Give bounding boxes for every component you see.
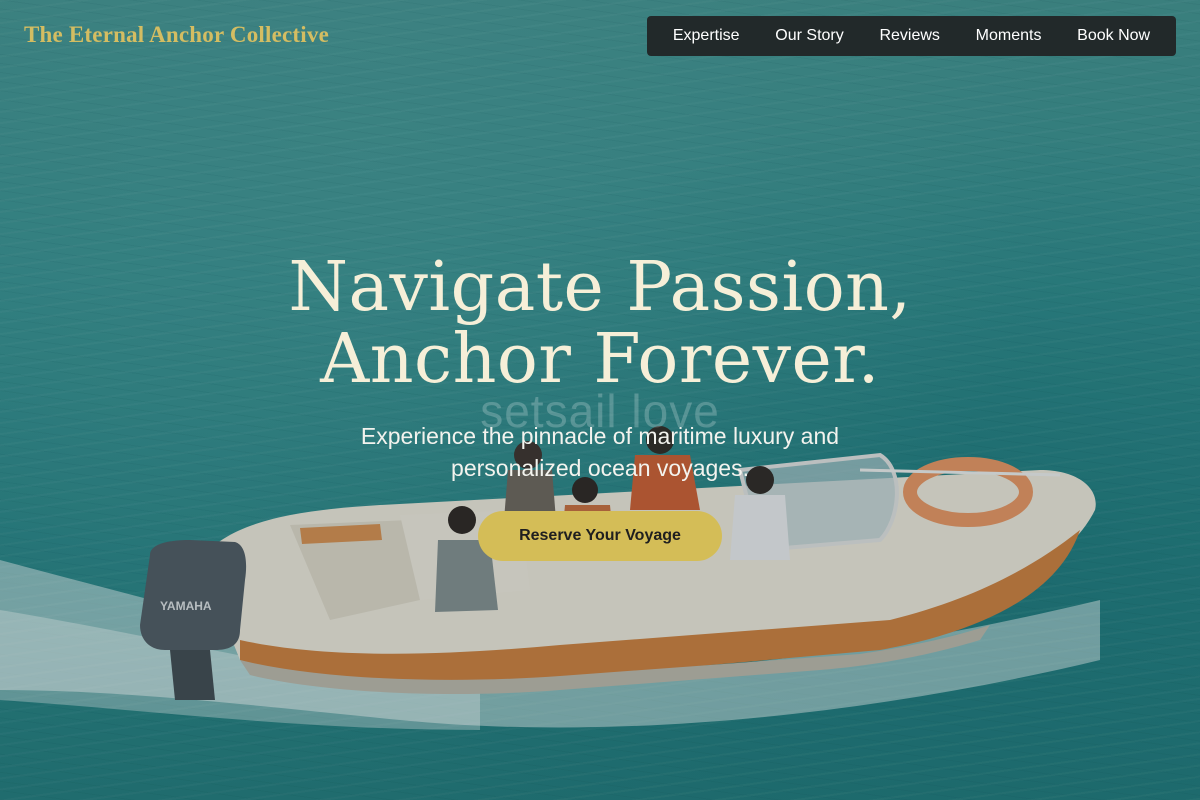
hero-headline: Navigate Passion, Anchor Forever. [0, 252, 1200, 396]
hero-subtitle: Experience the pinnacle of maritime luxu… [360, 423, 840, 481]
nav-our-story[interactable]: Our Story [775, 27, 843, 45]
nav-moments[interactable]: Moments [976, 27, 1042, 45]
nav-expertise[interactable]: Expertise [673, 27, 740, 45]
reserve-voyage-button[interactable]: Reserve Your Voyage [478, 511, 722, 561]
hero-headline-line1: Navigate Passion, [288, 248, 912, 327]
nav-book-now[interactable]: Book Now [1077, 27, 1150, 45]
site-logo[interactable]: The Eternal Anchor Collective [24, 22, 329, 48]
nav-reviews[interactable]: Reviews [879, 27, 939, 45]
main-nav: Expertise Our Story Reviews Moments Book… [647, 16, 1176, 56]
